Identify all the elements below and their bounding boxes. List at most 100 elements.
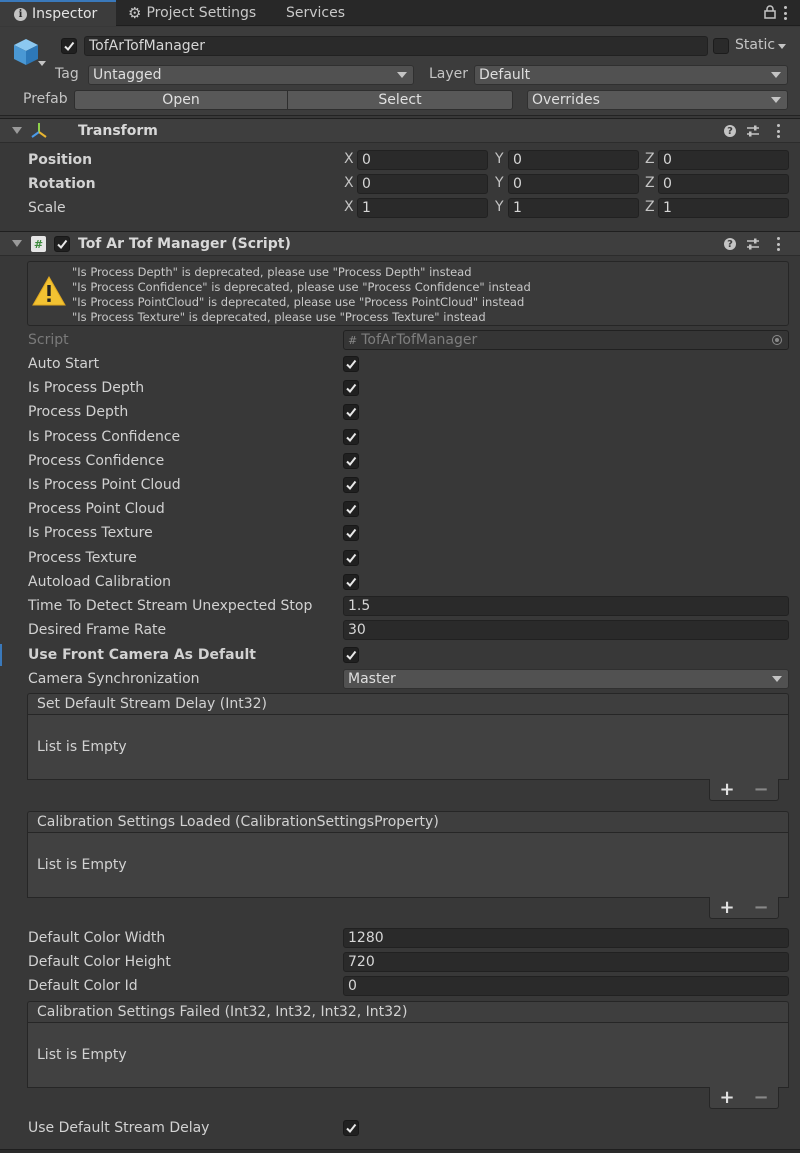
use-default-stream-delay-label: Use Default Stream Delay (28, 1120, 210, 1136)
is-process-confidence-label: Is Process Confidence (28, 429, 181, 445)
tab-inspector[interactable]: i Inspector (0, 0, 116, 26)
scale-y-field[interactable]: 1 (508, 198, 639, 218)
tab-menu-icon[interactable] (783, 6, 787, 20)
time-to-detect-field[interactable]: 1.5 (343, 596, 789, 616)
script-enabled-checkbox[interactable] (54, 236, 70, 252)
list-body: List is Empty (27, 832, 789, 898)
transform-body: Position X 0 Y 0 Z 0 Rotation X 0 Y 0 Z … (0, 148, 800, 220)
presets-icon[interactable] (746, 237, 760, 255)
object-picker-icon[interactable] (772, 335, 782, 345)
info-icon: i (14, 7, 27, 21)
rotation-z-field[interactable]: 0 (658, 174, 789, 194)
tab-services[interactable]: Services (286, 0, 356, 26)
camera-sync-value: Master (348, 671, 396, 687)
tab-inspector-label: Inspector (32, 6, 98, 22)
is-process-texture-row: Is Process Texture (28, 522, 153, 544)
remove-item-icon[interactable]: − (753, 898, 768, 917)
calibration-settings-loaded-list: Calibration Settings Loaded (Calibration… (27, 811, 789, 921)
position-z-field[interactable]: 0 (658, 150, 789, 170)
is-process-confidence-checkbox[interactable] (343, 429, 359, 445)
default-color-width-label: Default Color Width (28, 930, 166, 946)
scale-x-field[interactable]: 1 (357, 198, 488, 218)
gameobject-name-field[interactable]: TofArTofManager (84, 36, 708, 56)
chevron-down-icon (771, 72, 781, 78)
desired-frame-rate-field[interactable]: 30 (343, 620, 789, 640)
rotation-y-value: 0 (513, 176, 522, 192)
is-process-depth-checkbox[interactable] (343, 380, 359, 396)
layer-dropdown[interactable]: Default (474, 65, 788, 85)
process-texture-label: Process Texture (28, 550, 137, 566)
camera-sync-dropdown[interactable]: Master (343, 669, 789, 689)
component-menu-icon[interactable] (776, 237, 780, 251)
default-color-height-field[interactable]: 720 (343, 952, 789, 972)
scale-row: Scale (28, 197, 66, 219)
script-label: Script (28, 332, 69, 348)
calibration-settings-failed-list: Calibration Settings Failed (Int32, Int3… (27, 1001, 789, 1111)
foldout-arrow-icon[interactable] (12, 127, 22, 134)
use-default-stream-delay-row: Use Default Stream Delay (28, 1117, 209, 1139)
static-dropdown-icon[interactable] (778, 44, 786, 49)
transform-header[interactable]: Transform ? (0, 118, 800, 143)
default-color-id-label: Default Color Id (28, 978, 138, 994)
add-item-icon[interactable]: + (719, 898, 734, 917)
help-icon[interactable]: ? (724, 125, 736, 137)
script-file-icon: # (31, 236, 46, 252)
lock-icon[interactable] (764, 5, 776, 23)
prefab-open-button[interactable]: Open (74, 90, 288, 110)
process-texture-checkbox[interactable] (343, 550, 359, 566)
list-footer: + − (709, 1087, 779, 1109)
use-default-stream-delay-checkbox[interactable] (343, 1120, 359, 1136)
use-front-camera-label: Use Front Camera As Default (28, 647, 256, 663)
script-component-header[interactable]: # Tof Ar Tof Manager (Script) ? (0, 231, 800, 256)
position-x-field[interactable]: 0 (357, 150, 488, 170)
rotation-y-field[interactable]: 0 (508, 174, 639, 194)
position-label: Position (28, 152, 93, 168)
help-icon[interactable]: ? (724, 238, 736, 250)
axis-z-label: Z (645, 199, 655, 215)
warning-line: "Is Process Depth" is deprecated, please… (72, 265, 472, 279)
list-body: List is Empty (27, 714, 789, 780)
camera-sync-row: Camera Synchronization (28, 668, 200, 690)
use-front-camera-checkbox[interactable] (343, 647, 359, 663)
add-item-icon[interactable]: + (719, 1088, 734, 1107)
gameobject-cube-icon[interactable] (12, 37, 46, 71)
add-item-icon[interactable]: + (719, 780, 734, 799)
layer-label: Layer (429, 66, 469, 82)
position-y-field[interactable]: 0 (508, 150, 639, 170)
autoload-calibration-checkbox[interactable] (343, 574, 359, 590)
prefab-overrides-dropdown[interactable]: Overrides (527, 90, 788, 110)
gameobject-active-checkbox[interactable] (61, 38, 77, 54)
time-to-detect-row: Time To Detect Stream Unexpected Stop (28, 595, 312, 617)
scale-z-field[interactable]: 1 (658, 198, 789, 218)
warning-line: "Is Process Confidence" is deprecated, p… (72, 280, 531, 294)
static-checkbox[interactable] (713, 38, 729, 54)
foldout-arrow-icon[interactable] (12, 240, 22, 247)
auto-start-checkbox[interactable] (343, 356, 359, 372)
default-color-id-field[interactable]: 0 (343, 976, 789, 996)
open-button-label: Open (162, 92, 200, 108)
camera-sync-label: Camera Synchronization (28, 671, 200, 687)
remove-item-icon[interactable]: − (753, 1088, 768, 1107)
gear-icon: ⚙ (128, 4, 142, 22)
rotation-row: Rotation (28, 173, 96, 195)
tab-project-settings[interactable]: ⚙ Project Settings (126, 0, 266, 26)
presets-icon[interactable] (746, 124, 760, 142)
script-file-icon: # (348, 333, 358, 347)
process-confidence-checkbox[interactable] (343, 453, 359, 469)
desired-frame-rate-row: Desired Frame Rate (28, 619, 166, 641)
is-process-point-cloud-row: Is Process Point Cloud (28, 474, 181, 496)
is-process-texture-checkbox[interactable] (343, 525, 359, 541)
prefab-select-button[interactable]: Select (287, 90, 513, 110)
rotation-x-field[interactable]: 0 (357, 174, 488, 194)
process-depth-checkbox[interactable] (343, 404, 359, 420)
default-color-width-field[interactable]: 1280 (343, 928, 789, 948)
tag-dropdown[interactable]: Untagged (88, 65, 414, 85)
chevron-down-icon (771, 97, 781, 103)
process-point-cloud-checkbox[interactable] (343, 501, 359, 517)
remove-item-icon[interactable]: − (753, 780, 768, 799)
is-process-point-cloud-checkbox[interactable] (343, 477, 359, 493)
default-color-id-row: Default Color Id (28, 975, 138, 997)
deprecation-warning-box: "Is Process Depth" is deprecated, please… (27, 261, 789, 326)
axis-y-label: Y (495, 199, 504, 215)
component-menu-icon[interactable] (776, 124, 780, 138)
